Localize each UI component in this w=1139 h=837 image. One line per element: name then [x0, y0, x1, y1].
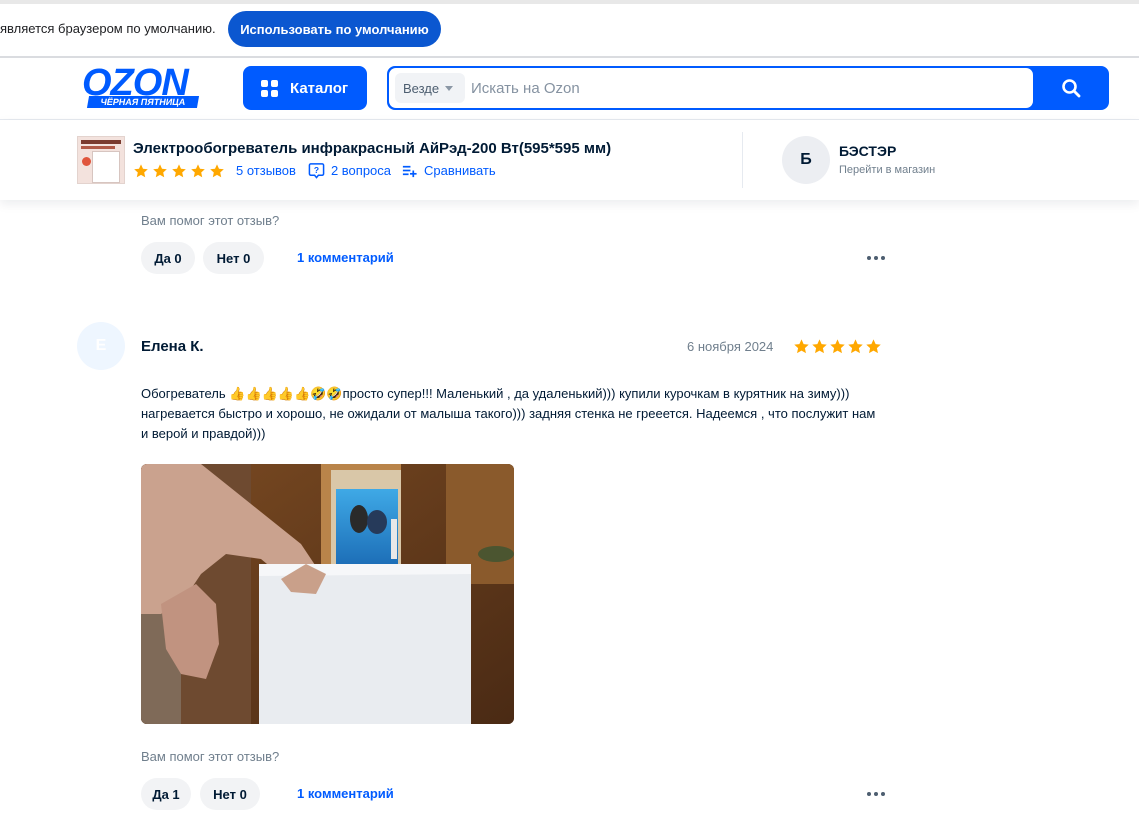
vote-no-button[interactable]: Нет 0: [200, 778, 260, 810]
search-bar: Везде: [387, 66, 1109, 110]
questions-link-label: 2 вопроса: [330, 163, 392, 178]
product-sticky-bar: Электрообогреватель инфракрасный АйРэд-2…: [0, 120, 1139, 200]
product-rating-stars: [133, 163, 228, 179]
default-browser-message: является браузером по умолчанию.: [0, 21, 216, 36]
star-icon: [210, 163, 224, 177]
helpful-question: Вам помог этот отзыв?: [141, 213, 280, 228]
comments-link[interactable]: 1 комментарий: [297, 250, 394, 265]
comments-link[interactable]: 1 комментарий: [297, 786, 394, 801]
helpful-question: Вам помог этот отзыв?: [141, 749, 280, 764]
star-icon: [172, 163, 186, 177]
shop-link[interactable]: Перейти в магазин: [839, 164, 935, 176]
star-icon: [794, 339, 809, 354]
catalog-label: Каталог: [290, 79, 349, 97]
more-options-icon[interactable]: [864, 782, 888, 806]
product-thumbnail[interactable]: [77, 136, 125, 184]
review-photo[interactable]: [141, 464, 514, 724]
vote-yes-button[interactable]: Да 0: [141, 242, 195, 274]
reviews-link-label: 5 отзывов: [236, 163, 296, 178]
star-icon: [134, 163, 148, 177]
reviews-link[interactable]: 5 отзывов: [236, 163, 296, 178]
site-header: OZON ЧЁРНАЯ ПЯТНИЦА Каталог Везде: [0, 58, 1139, 120]
star-icon: [153, 163, 167, 177]
divider: [742, 132, 743, 188]
search-scope-label: Везде: [403, 80, 440, 96]
review-photo-image: [141, 464, 514, 724]
star-icon: [812, 339, 827, 354]
reviewer-avatar: Е: [77, 322, 125, 370]
more-options-icon[interactable]: [864, 246, 888, 270]
search-field: Везде: [389, 68, 1033, 108]
vote-yes-button[interactable]: Да 1: [141, 778, 191, 810]
catalog-button[interactable]: Каталог: [243, 66, 367, 110]
shop-avatar[interactable]: Б: [782, 136, 830, 184]
questions-link[interactable]: ? 2 вопроса: [308, 162, 391, 179]
compare-icon: [402, 165, 417, 178]
reviewer-name: Елена К.: [141, 338, 204, 355]
set-default-button[interactable]: Использовать по умолчанию: [228, 11, 441, 47]
shop-name[interactable]: БЭСТЭР: [839, 143, 896, 159]
product-meta: 5 отзывов ? 2 вопроса Сравнивать: [133, 162, 496, 179]
star-icon: [191, 163, 205, 177]
review-rating-stars: [793, 338, 883, 355]
compare-link-label: Сравнивать: [424, 163, 496, 178]
ozon-logo[interactable]: OZON ЧЁРНАЯ ПЯТНИЦА: [82, 63, 200, 109]
default-browser-bar: является браузером по умолчанию. Использ…: [0, 0, 1139, 58]
search-icon: [1062, 79, 1081, 98]
search-button[interactable]: [1033, 66, 1109, 110]
search-scope-dropdown[interactable]: Везде: [395, 73, 465, 103]
search-input[interactable]: [471, 68, 1021, 108]
vote-no-button[interactable]: Нет 0: [203, 242, 264, 274]
catalog-grid-icon: [261, 79, 278, 97]
compare-link[interactable]: Сравнивать: [401, 162, 496, 179]
review-text: Обогреватель 👍👍👍👍👍🤣🤣просто супер!!! Мале…: [141, 386, 876, 441]
star-icon: [848, 339, 863, 354]
svg-text:?: ?: [314, 165, 319, 175]
product-title[interactable]: Электрообогреватель инфракрасный АйРэд-2…: [133, 140, 611, 157]
chevron-down-icon: [445, 85, 454, 91]
logo-tagline: ЧЁРНАЯ ПЯТНИЦА: [86, 96, 200, 108]
review-date: 6 ноября 2024: [687, 339, 774, 354]
star-icon: [830, 339, 845, 354]
question-icon: ?: [308, 163, 325, 179]
star-icon: [866, 339, 881, 354]
